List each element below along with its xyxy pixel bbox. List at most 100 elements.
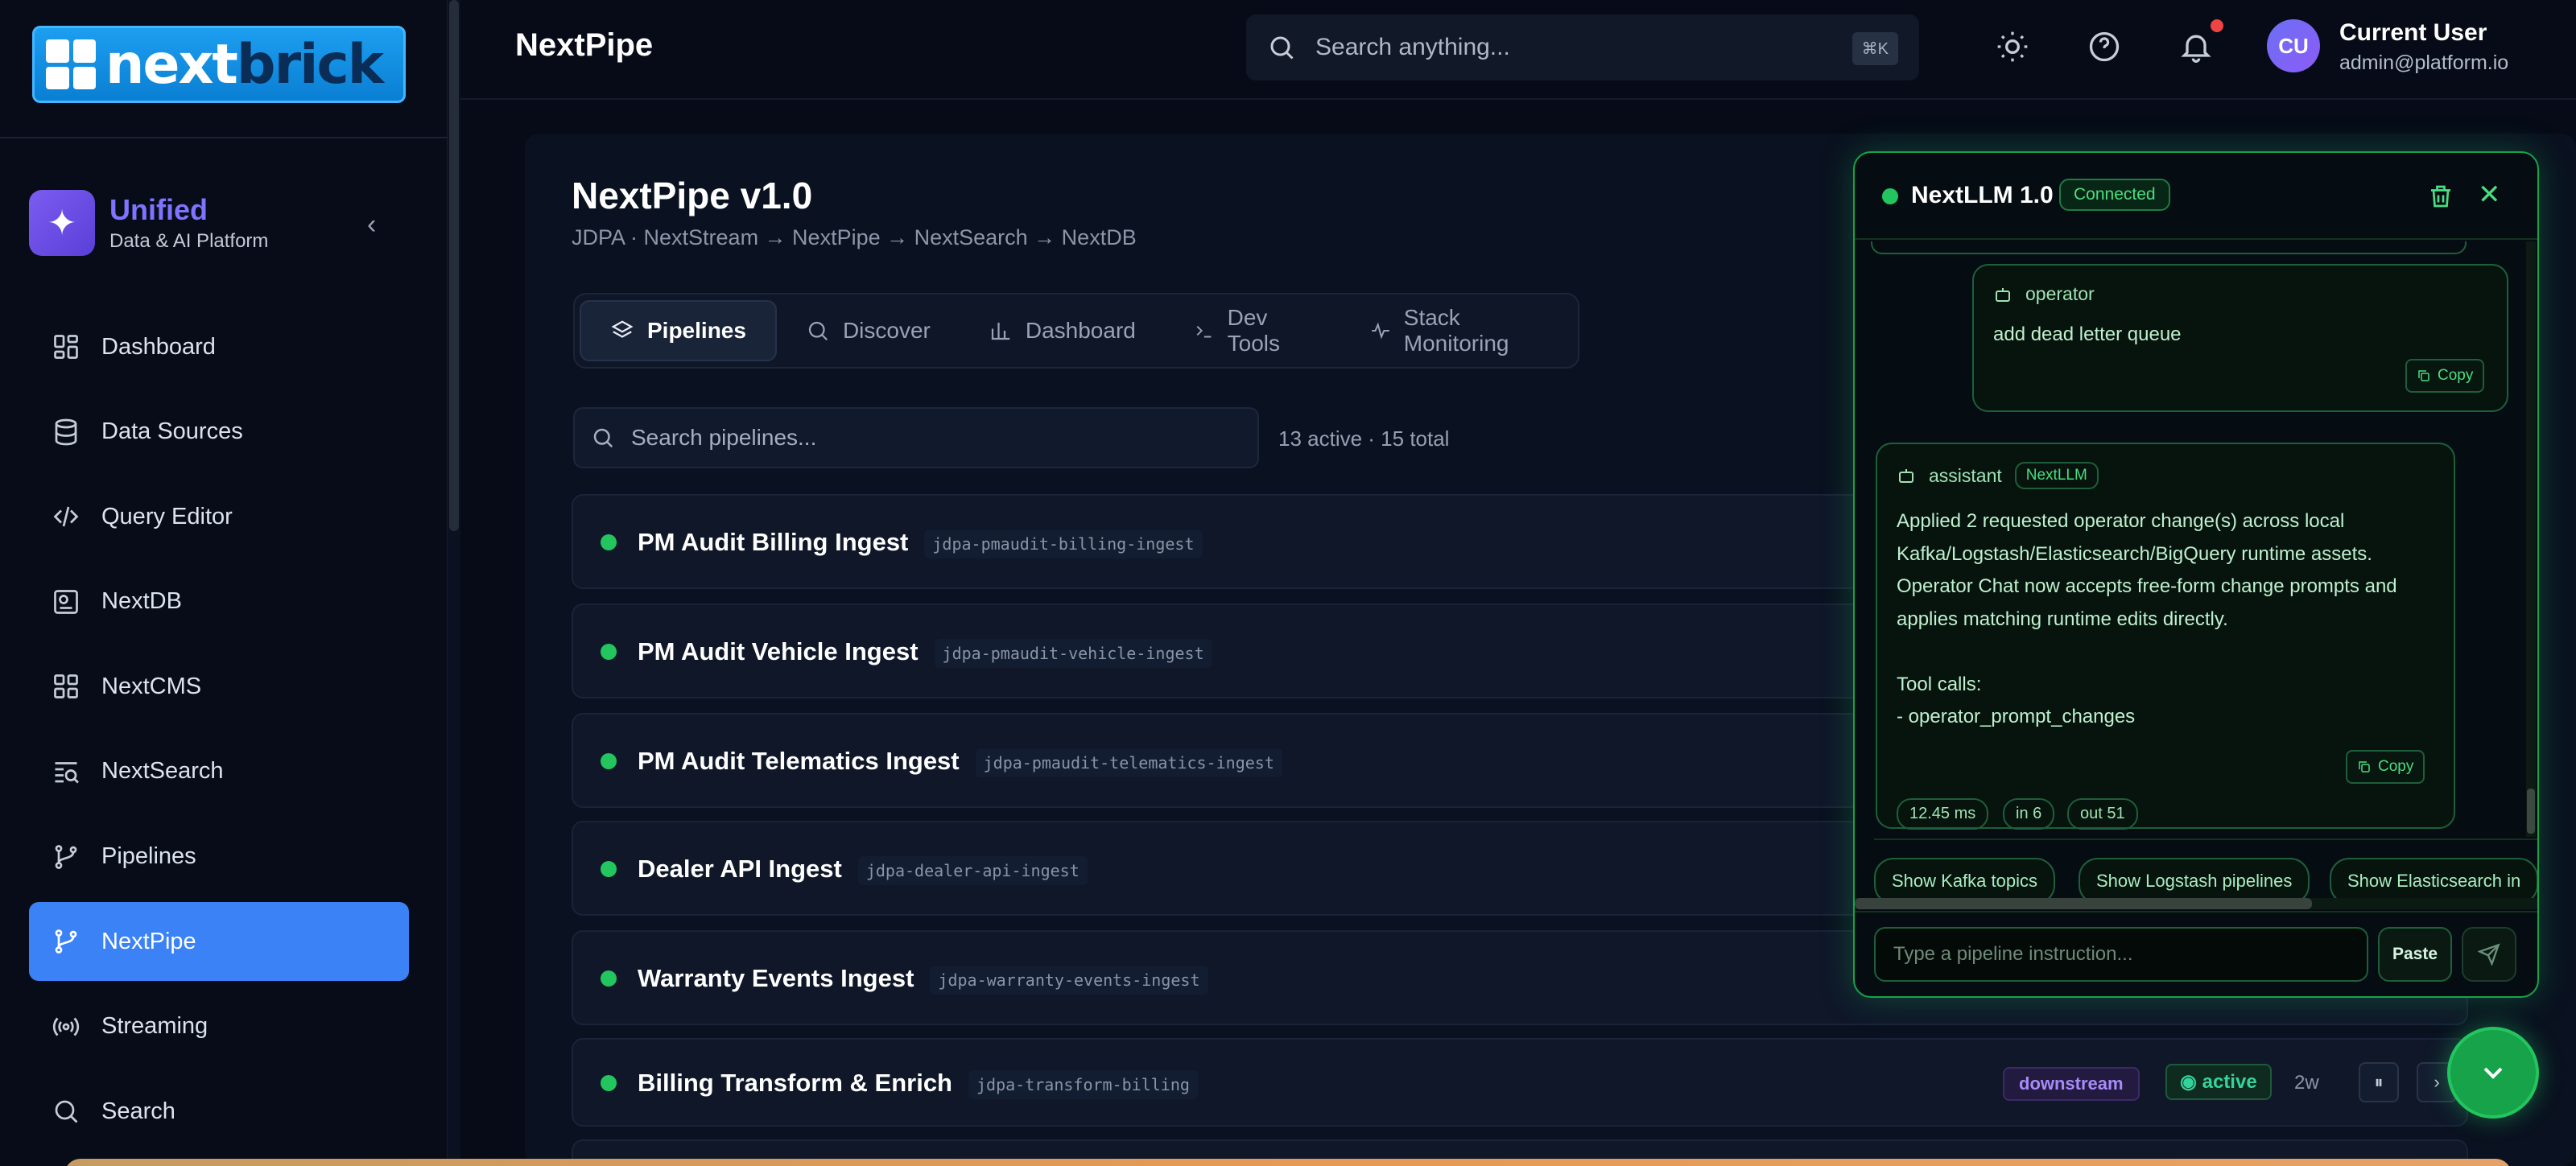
bell-icon[interactable] <box>2178 29 2214 64</box>
sidebar-item-label: Streaming <box>101 1013 208 1040</box>
sidebar-item-pipelines[interactable]: Pipelines <box>29 818 409 896</box>
status-dot <box>601 753 617 769</box>
sparkles-icon: ✦ <box>29 190 95 256</box>
sidebar-nav: Dashboard Data Sources Query Editor Next… <box>29 307 409 1157</box>
bot-icon <box>1899 469 1913 483</box>
pause-button[interactable]: ⏸ <box>2359 1062 2399 1102</box>
tab-dev-tools[interactable]: Dev Tools <box>1165 300 1341 361</box>
broadcast-icon <box>50 1011 82 1043</box>
tab-bar: Pipelines Discover Dashboard Dev Tools S… <box>573 293 1579 369</box>
status-dot <box>601 644 617 660</box>
sidebar-item-label: Data Sources <box>101 418 243 445</box>
pipeline-name: PM Audit Vehicle Ingest <box>638 637 919 665</box>
sidebar-item-label: Pipelines <box>101 843 196 870</box>
chips-scroll-thumb[interactable] <box>1855 898 2312 909</box>
paste-button[interactable]: Paste <box>2378 927 2452 982</box>
sidebar-item-label: NextSearch <box>101 758 224 785</box>
downstream-badge: downstream <box>2003 1067 2140 1101</box>
app-title: NextPipe <box>515 27 654 63</box>
sidebar-scrollbar[interactable] <box>448 0 460 1166</box>
avatar[interactable]: CU <box>2267 19 2320 72</box>
trash-icon[interactable] <box>2426 182 2455 211</box>
chat-scroll-thumb[interactable] <box>2527 789 2535 834</box>
chat-header: NextLLM 1.0 Connected ✕ <box>1855 153 2537 240</box>
sidebar-item-data-sources[interactable]: Data Sources <box>29 393 409 472</box>
tab-label: Pipelines <box>647 318 746 343</box>
sidebar-item-nextpipe[interactable]: NextPipe <box>29 902 409 982</box>
chips-scrollbar[interactable] <box>1855 898 2537 909</box>
previous-message-stub <box>1871 241 2467 254</box>
nextbrick-logo[interactable]: nextbrick <box>32 26 406 103</box>
shortcut-badge: ⌘K <box>1852 32 1898 65</box>
search-input[interactable] <box>1315 34 1839 61</box>
bot-icon <box>1996 287 2010 302</box>
user-name: Current User <box>2339 19 2487 46</box>
status-dot <box>601 861 617 877</box>
sidebar-divider <box>0 137 448 138</box>
sidebar-item-nextsearch[interactable]: NextSearch <box>29 732 409 811</box>
send-button[interactable] <box>2462 927 2516 982</box>
grid-icon <box>50 670 82 702</box>
sidebar-item-query-editor[interactable]: Query Editor <box>29 477 409 556</box>
chat-title: NextLLM 1.0 <box>1911 182 2054 208</box>
chat-scrollbar[interactable] <box>2526 241 2536 837</box>
message-text: add dead letter queue <box>1993 323 2182 345</box>
latency-metric: 12.45 ms <box>1897 798 1989 830</box>
sun-icon[interactable] <box>1995 29 2030 64</box>
tab-stack-monitoring[interactable]: Stack Monitoring <box>1341 300 1578 361</box>
suggestion-chips: Show Kafka topics Show Logstash pipeline… <box>1874 838 2537 904</box>
chat-input[interactable] <box>1874 927 2368 982</box>
bar-chart-icon <box>991 323 1010 340</box>
logo-grid-icon <box>46 39 96 89</box>
pipeline-name: PM Audit Billing Ingest <box>638 528 909 556</box>
tokens-out-metric: out 51 <box>2067 798 2138 830</box>
notification-dot <box>2211 19 2223 32</box>
pipeline-slug: jdpa-transform-billing <box>968 1069 1198 1099</box>
layers-icon <box>611 320 634 338</box>
dashboard-icon <box>50 331 82 363</box>
copy-button[interactable]: Copy <box>2346 750 2425 784</box>
sidebar-item-label: Search <box>101 1098 175 1124</box>
sidebar-scroll-thumb[interactable] <box>449 0 459 531</box>
sidebar-item-dashboard[interactable]: Dashboard <box>29 307 409 386</box>
activity-icon <box>1372 322 1389 340</box>
search-icon <box>1270 36 1294 60</box>
sidebar-item-nextdb[interactable]: NextDB <box>29 562 409 641</box>
search-list-icon <box>50 756 82 788</box>
branch-icon <box>50 841 82 873</box>
sidebar-item-label: NextDB <box>101 588 182 615</box>
global-search[interactable]: ⌘K <box>1246 14 1919 80</box>
tab-pipelines[interactable]: Pipelines <box>580 300 777 361</box>
top-header: NextPipe ⌘K <box>460 0 2576 100</box>
sidebar-item-label: Query Editor <box>101 503 233 529</box>
pipeline-search[interactable] <box>573 407 1259 468</box>
pipeline-name: Dealer API Ingest <box>638 855 842 883</box>
copy-button[interactable]: Copy <box>2405 359 2485 393</box>
pipeline-row[interactable]: Billing Transform & Enrich jdpa-transform… <box>572 1038 2468 1127</box>
brand-subtitle: Data & AI Platform <box>109 230 269 252</box>
pipeline-slug: jdpa-warranty-events-ingest <box>930 965 1208 995</box>
help-icon[interactable] <box>2087 29 2122 64</box>
sidebar-item-search[interactable]: Search <box>29 1072 409 1151</box>
close-icon[interactable]: ✕ <box>2478 179 2501 211</box>
tab-label: Dev Tools <box>1227 305 1280 356</box>
bottom-banner-edge <box>64 1159 2512 1166</box>
model-tag: NextLLM <box>2014 462 2099 489</box>
tab-dashboard[interactable]: Dashboard <box>960 300 1165 361</box>
sidebar-item-nextcms[interactable]: NextCMS <box>29 647 409 726</box>
tokens-in-metric: in 6 <box>2003 798 2055 830</box>
sidebar-item-streaming[interactable]: Streaming <box>29 987 409 1066</box>
chat-messages: operator add dead letter queue Copy assi… <box>1855 241 2537 829</box>
page-title: NextPipe v1.0 <box>572 175 813 216</box>
collapse-chat-button[interactable] <box>2447 1027 2539 1119</box>
connection-dot <box>1882 188 1898 204</box>
pipeline-count: 13 active · 15 total <box>1278 426 1450 451</box>
user-email: admin@platform.io <box>2339 52 2509 74</box>
status-dot <box>601 1075 617 1091</box>
tab-discover[interactable]: Discover <box>777 300 960 361</box>
search-icon <box>50 1095 82 1127</box>
status-dot <box>601 534 617 550</box>
sidebar: nextbrick ✦ Unified Data & AI Platform ‹… <box>0 0 448 1166</box>
collapse-sidebar-button[interactable]: ‹ <box>367 209 376 241</box>
pipeline-search-input[interactable] <box>631 425 1243 451</box>
